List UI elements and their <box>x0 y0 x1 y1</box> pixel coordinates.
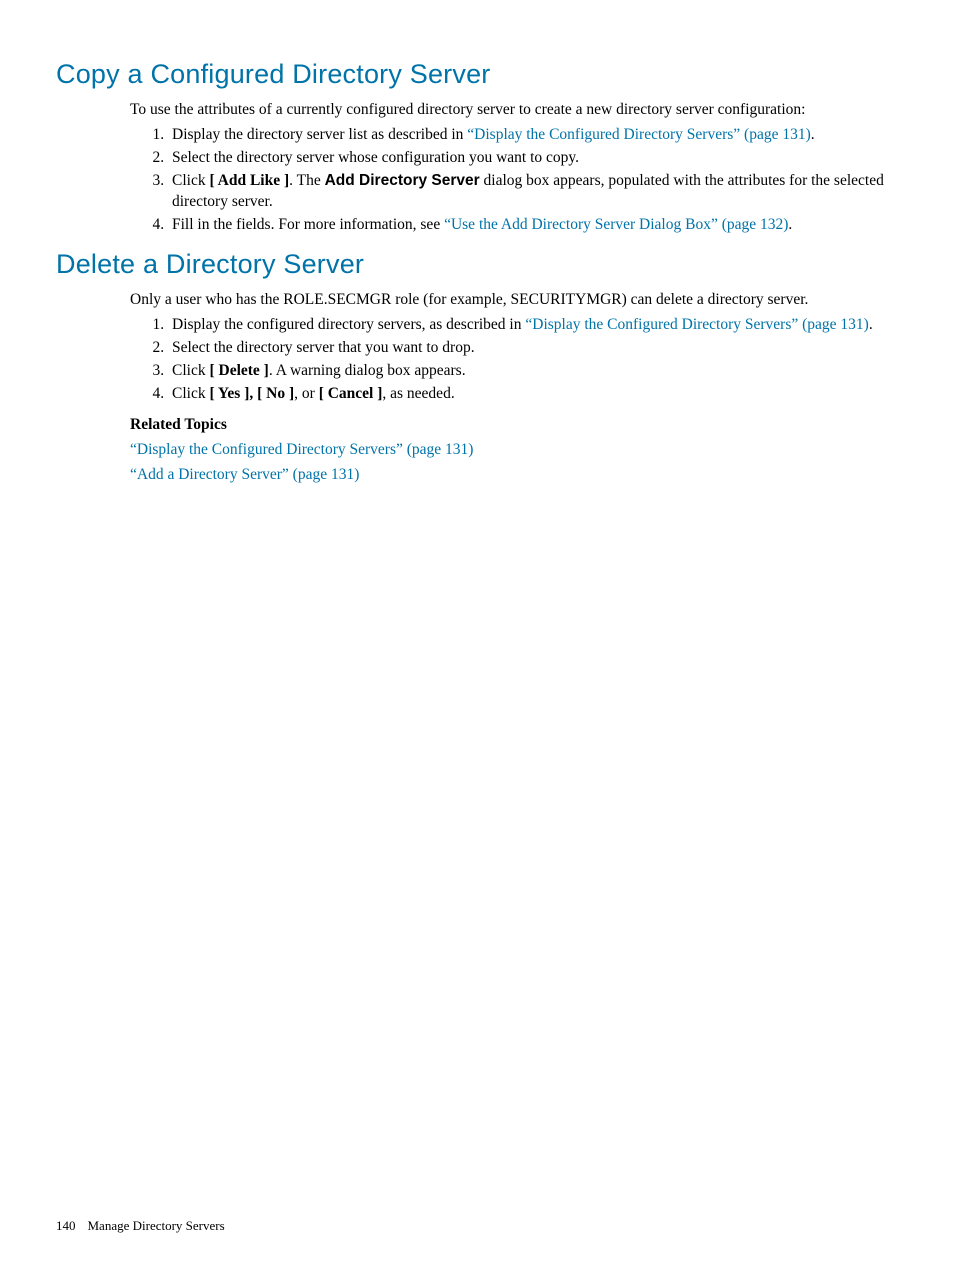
section2-body: Only a user who has the ROLE.SECMGR role… <box>130 290 898 485</box>
section2-step-1: Display the configured directory servers… <box>168 315 898 336</box>
text: Fill in the fields. For more information… <box>172 216 444 233</box>
section1-body: To use the attributes of a currently con… <box>130 100 898 236</box>
link-display-configured-directory-servers[interactable]: “Display the Configured Directory Server… <box>130 441 473 458</box>
heading-delete-directory-server: Delete a Directory Server <box>56 246 898 282</box>
section1-step-1: Display the directory server list as des… <box>168 125 898 146</box>
link-use-add-directory-server-dialog-box[interactable]: “Use the Add Directory Server Dialog Box… <box>444 216 788 233</box>
section1-step-3: Click [ Add Like ]. The Add Directory Se… <box>168 171 898 213</box>
text: Display the directory server list as des… <box>172 126 467 143</box>
page-number: 140 <box>56 1218 76 1233</box>
link-display-configured-directory-servers[interactable]: “Display the Configured Directory Server… <box>467 126 810 143</box>
link-display-configured-directory-servers[interactable]: “Display the Configured Directory Server… <box>525 316 868 333</box>
link-add-directory-server[interactable]: “Add a Directory Server” (page 131) <box>130 466 359 483</box>
button-label-add-like: [ Add Like ] <box>209 172 289 189</box>
text: . <box>788 216 792 233</box>
button-label-yes: [ Yes ], <box>209 385 253 402</box>
dialog-name-add-directory-server: Add Directory Server <box>325 172 480 189</box>
section2-intro: Only a user who has the ROLE.SECMGR role… <box>130 290 898 311</box>
related-topic-2: “Add a Directory Server” (page 131) <box>130 465 898 486</box>
text: Click <box>172 172 209 189</box>
text: Display the configured directory servers… <box>172 316 525 333</box>
text: . <box>811 126 815 143</box>
text: . <box>869 316 873 333</box>
section1-step-4: Fill in the fields. For more information… <box>168 215 898 236</box>
section1-intro: To use the attributes of a currently con… <box>130 100 898 121</box>
text: Click <box>172 362 209 379</box>
text: . A warning dialog box appears. <box>269 362 466 379</box>
text: . The <box>289 172 324 189</box>
heading-copy-configured-directory-server: Copy a Configured Directory Server <box>56 56 898 92</box>
section1-step-2: Select the directory server whose config… <box>168 148 898 169</box>
section1-steps: Display the directory server list as des… <box>130 125 898 236</box>
page-footer: 140 Manage Directory Servers <box>56 1217 225 1235</box>
text: , or <box>294 385 319 402</box>
button-label-no: [ No ] <box>253 385 294 402</box>
section2-step-4: Click [ Yes ], [ No ], or [ Cancel ], as… <box>168 384 898 405</box>
text: , as needed. <box>382 385 454 402</box>
section2-steps: Display the configured directory servers… <box>130 315 898 405</box>
text: Click <box>172 385 209 402</box>
related-topics-heading: Related Topics <box>130 415 898 436</box>
document-page: Copy a Configured Directory Server To us… <box>0 0 954 1271</box>
section2-step-2: Select the directory server that you wan… <box>168 338 898 359</box>
chapter-title: Manage Directory Servers <box>88 1218 225 1233</box>
button-label-delete: [ Delete ] <box>209 362 268 379</box>
button-label-cancel: [ Cancel ] <box>319 385 383 402</box>
section2-step-3: Click [ Delete ]. A warning dialog box a… <box>168 361 898 382</box>
related-topic-1: “Display the Configured Directory Server… <box>130 440 898 461</box>
